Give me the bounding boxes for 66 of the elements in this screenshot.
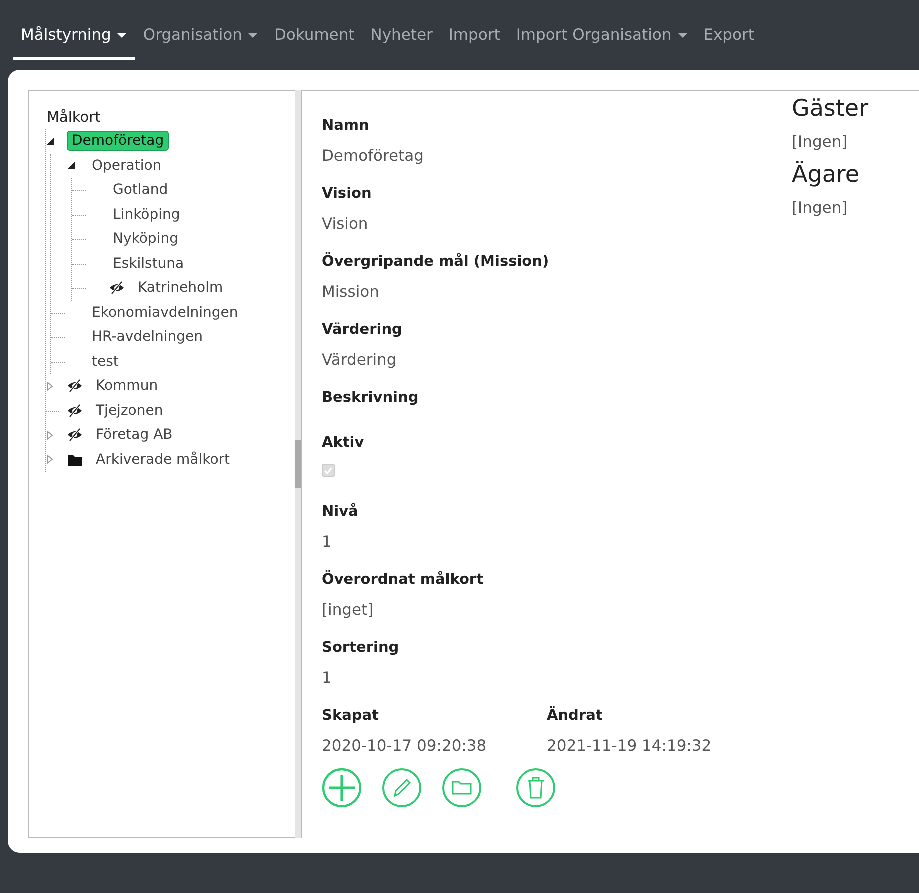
tree-item[interactable]: Operation xyxy=(88,156,166,175)
edit-button[interactable] xyxy=(382,768,422,808)
field-value: 1 xyxy=(322,532,333,553)
field-value: Mission xyxy=(322,282,380,303)
field-label: Skapat xyxy=(322,707,380,726)
section-value: [Ingen] xyxy=(792,132,849,153)
trash-icon xyxy=(516,768,556,808)
tree-item[interactable]: Demoföretag xyxy=(67,131,170,152)
field-value: Vision xyxy=(322,214,370,235)
field-value: 2020-10-17 09:20:38 xyxy=(322,736,488,757)
field-label: Nivå xyxy=(322,502,360,522)
tree-item[interactable]: test xyxy=(88,352,123,371)
tree-item[interactable]: Företag AB xyxy=(92,426,177,444)
tree-item[interactable]: Tjejzonen xyxy=(92,402,168,420)
collapse-toggle-icon[interactable] xyxy=(47,138,54,145)
tree-item[interactable]: Ekonomiavdelningen xyxy=(88,304,242,322)
nav-tab[interactable]: Nyheter xyxy=(362,14,441,60)
hidden-eye-icon xyxy=(67,428,83,442)
folder-icon xyxy=(67,452,83,467)
nav-tab[interactable]: Export xyxy=(696,14,762,60)
folder-icon xyxy=(442,768,482,808)
tree-item[interactable]: Katrineholm xyxy=(134,279,228,298)
nav-tab[interactable]: Organisation xyxy=(135,14,266,60)
tree-item[interactable]: Linköping xyxy=(109,206,184,224)
field-label: Aktiv xyxy=(322,434,366,453)
field-label: Ändrat xyxy=(547,706,604,726)
field-value: 2021-11-19 14:19:32 xyxy=(547,736,713,757)
tree-item[interactable]: Kommun xyxy=(92,377,162,396)
field-value: Värdering xyxy=(322,350,398,371)
field-label: Namn xyxy=(322,117,370,136)
field-label: Vision xyxy=(322,185,373,204)
field-label: Beskrivning xyxy=(322,389,420,408)
field-label: Sortering xyxy=(322,639,400,658)
nav-tab[interactable]: Dokument xyxy=(266,14,363,60)
pencil-icon xyxy=(382,768,422,808)
nav-tab[interactable]: Målstyrning xyxy=(13,14,136,60)
tree-root-label: Målkort xyxy=(47,108,102,128)
hidden-eye-icon xyxy=(67,404,83,418)
collapse-toggle-icon[interactable] xyxy=(68,162,75,170)
nav-tab[interactable]: Import Organisation xyxy=(508,14,696,60)
nav-tab[interactable]: Import xyxy=(440,14,508,60)
section-heading: Ägare xyxy=(792,160,861,190)
hidden-eye-icon xyxy=(109,281,125,296)
plus-icon xyxy=(322,768,362,808)
tree-item[interactable]: HR-avdelningen xyxy=(88,328,208,346)
field-label: Värdering xyxy=(322,321,404,340)
delete-button[interactable] xyxy=(516,768,556,808)
section-heading: Gäster xyxy=(792,95,869,124)
hidden-eye-icon xyxy=(67,379,83,394)
tree-item[interactable]: Nyköping xyxy=(109,230,182,248)
folder-button[interactable] xyxy=(442,768,482,808)
tree-item[interactable]: Arkiverade målkort xyxy=(92,450,234,469)
field-label: Övergripande mål (Mission) xyxy=(322,252,550,272)
check-icon xyxy=(324,466,333,474)
field-value: Demoföretag xyxy=(322,146,425,167)
scrollbar[interactable] xyxy=(295,90,301,838)
expand-toggle-icon[interactable] xyxy=(47,455,53,464)
field-value: 1 xyxy=(322,668,333,689)
expand-toggle-icon[interactable] xyxy=(47,430,53,440)
field-value: [inget] xyxy=(322,600,375,621)
tree-item[interactable]: Gotland xyxy=(109,181,172,200)
add-button[interactable] xyxy=(322,768,362,808)
tree-item[interactable]: Eskilstuna xyxy=(109,254,188,273)
field-label: Överordnat målkort xyxy=(322,570,485,590)
section-value: [Ingen] xyxy=(792,198,849,219)
expand-toggle-icon[interactable] xyxy=(47,382,53,391)
